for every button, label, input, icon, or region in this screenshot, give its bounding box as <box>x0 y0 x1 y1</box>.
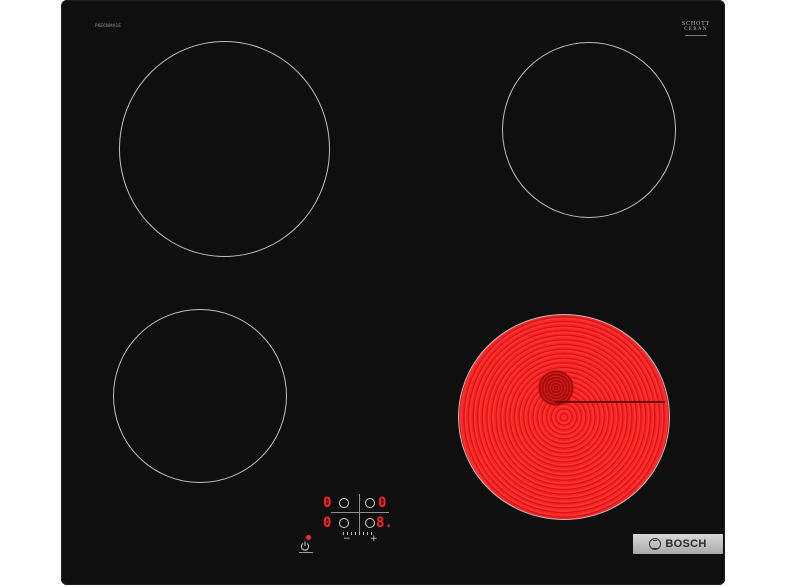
brand-name: BOSCH <box>665 538 707 550</box>
cooking-zone-front-right <box>502 42 676 218</box>
zone-select-bottom-right[interactable] <box>365 518 375 528</box>
schott-text: SCHOTT <box>681 21 711 27</box>
control-divider-horizontal <box>331 512 389 513</box>
zone-select-top-left[interactable] <box>339 498 349 508</box>
control-panel: 0 0 0 8. − + <box>323 494 395 554</box>
ceran-text: CERAN <box>684 27 708 32</box>
schott-ceran-logo: SCHOTT CERAN <box>676 21 716 36</box>
display-top-left: 0 <box>323 495 332 511</box>
power-symbol-icon <box>300 541 310 551</box>
power-icon[interactable] <box>300 541 315 551</box>
display-bottom-right: 8. <box>376 515 393 531</box>
zone-select-top-right[interactable] <box>365 498 375 508</box>
heating-coil-lead <box>555 401 665 403</box>
display-bottom-left: 0 <box>323 515 332 531</box>
model-label: PKE6NMA1E <box>95 23 122 28</box>
power-indicator-light <box>306 535 311 540</box>
display-top-right: 0 <box>378 495 387 511</box>
cooking-zone-back-left <box>113 309 287 483</box>
cooking-zone-back-right-heated <box>458 314 670 520</box>
logo-underline <box>685 35 707 36</box>
power-underline <box>299 552 313 553</box>
power-level-slider[interactable] <box>343 532 375 535</box>
heating-coil-center <box>538 370 574 406</box>
plus-button[interactable]: + <box>370 535 378 544</box>
zone-select-bottom-left[interactable] <box>339 518 349 528</box>
minus-button[interactable]: − <box>343 535 351 544</box>
brand-plate: BOSCH <box>633 534 723 554</box>
cooking-zone-front-left <box>119 41 330 257</box>
control-divider-vertical <box>359 494 360 532</box>
cooktop-surface: PKE6NMA1E SCHOTT CERAN 0 0 0 8. − + BOSC… <box>61 0 725 585</box>
bosch-logo-icon <box>649 538 662 550</box>
